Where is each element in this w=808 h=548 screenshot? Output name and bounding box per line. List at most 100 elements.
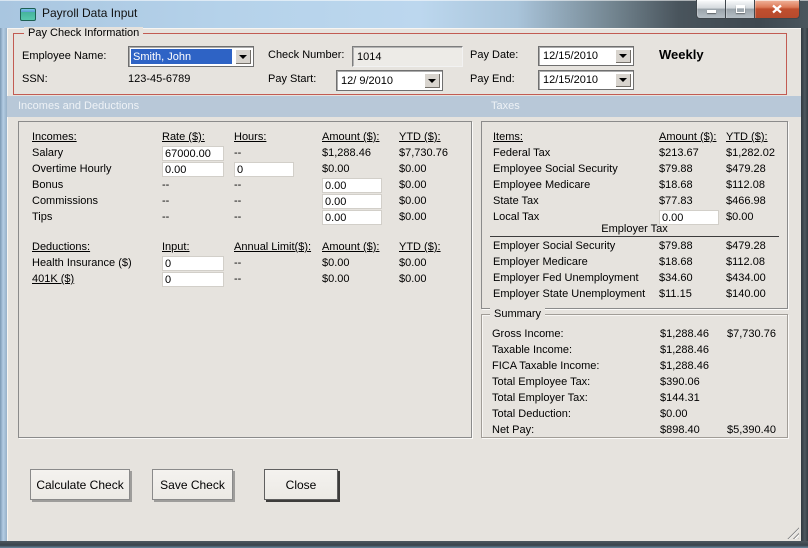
summary-row-label: FICA Taxable Income:	[492, 360, 600, 372]
tax-cell: $18.68	[659, 179, 693, 191]
summary-cell	[727, 407, 776, 423]
pay-date-picker[interactable]: 12/15/2010	[538, 46, 634, 66]
pay-start-dropdown-button[interactable]	[424, 73, 440, 88]
maximize-button[interactable]	[726, 0, 754, 19]
employee-name-dropdown-button[interactable]	[235, 49, 251, 64]
health-insurance-input[interactable]	[162, 256, 224, 271]
income-cell	[322, 194, 399, 210]
window-frame-left	[0, 28, 7, 541]
tax-cell: $112.08	[726, 179, 765, 191]
window-title: Payroll Data Input	[42, 6, 138, 20]
incomes-header-hours: Hours:	[234, 131, 267, 143]
income-row-label: Overtime Hourly	[32, 163, 112, 175]
pay-start-picker[interactable]: 12/ 9/2010	[336, 70, 443, 91]
bonus-amount-input[interactable]	[322, 178, 382, 193]
taxes-header-item: Items:	[493, 131, 523, 143]
deduction-cell	[162, 272, 234, 288]
employer-tax-table: Employer Social Security $79.88 $479.28 …	[493, 239, 766, 303]
summary-cell	[727, 375, 776, 391]
income-cell	[234, 162, 322, 178]
check-number-input[interactable]	[352, 46, 463, 67]
commissions-amount-input[interactable]	[322, 194, 382, 209]
tax-cell: $79.88	[659, 163, 693, 175]
employee-name-label: Employee Name:	[22, 50, 107, 62]
minimize-button[interactable]	[696, 0, 726, 19]
summary-cell: $7,730.76	[727, 328, 776, 340]
summary-row-label: Total Employee Tax:	[492, 376, 591, 388]
app-icon[interactable]	[20, 8, 36, 21]
employer-tax-cell: $34.60	[659, 272, 693, 284]
income-cell: $7,730.76	[399, 147, 448, 159]
summary-row-label: Gross Income:	[492, 328, 564, 340]
deductions-header-item: Deductions:	[32, 241, 91, 253]
summary-cell: $1,288.46	[660, 328, 709, 340]
summary-cell: $144.31	[660, 392, 700, 404]
incomes-header-rate: Rate ($):	[162, 131, 205, 143]
401k-input[interactable]	[162, 272, 224, 287]
resize-grip[interactable]	[786, 526, 799, 539]
pay-start-label: Pay Start:	[268, 73, 317, 85]
window-frame-bottom	[0, 541, 808, 548]
taxes-header-ytd: YTD ($):	[726, 131, 768, 143]
paycheck-info-group-label: Pay Check Information	[24, 27, 144, 39]
tax-row-label: Employee Medicare	[493, 179, 591, 191]
summary-cell: $898.40	[660, 424, 700, 436]
tax-row-label: Federal Tax	[493, 147, 551, 159]
tips-amount-input[interactable]	[322, 210, 382, 225]
employer-tax-header: Employer Tax	[490, 222, 779, 237]
income-cell: --	[234, 195, 242, 207]
summary-group: Summary Gross Income: $1,288.46 $7,730.7…	[481, 308, 788, 439]
tax-cell: $213.67	[659, 147, 699, 159]
tax-cell: $77.83	[659, 195, 693, 207]
tax-row-label: State Tax	[493, 195, 539, 207]
income-row-label: Salary	[32, 147, 64, 159]
deductions-header-amount: Amount ($):	[322, 241, 380, 253]
taxes-panel: Items: Amount ($): YTD ($): Federal Tax …	[481, 121, 788, 309]
payroll-window: Payroll Data Input Pay Check Information…	[0, 0, 808, 548]
pay-date-value: 12/15/2010	[543, 50, 599, 62]
deduction-cell: --	[234, 273, 242, 285]
pay-end-dropdown-button[interactable]	[615, 73, 631, 87]
pay-start-value: 12/ 9/2010	[341, 74, 393, 87]
employer-tax-cell: $479.28	[726, 240, 766, 252]
summary-cell	[727, 391, 776, 407]
pay-date-dropdown-button[interactable]	[615, 49, 631, 63]
minimize-icon	[706, 10, 716, 13]
pay-end-picker[interactable]: 12/15/2010	[538, 70, 634, 90]
summary-cell: $5,390.40	[727, 424, 776, 436]
salary-rate-input[interactable]	[162, 146, 224, 161]
summary-cell: $1,288.46	[660, 344, 709, 356]
income-cell: --	[162, 211, 170, 223]
summary-table: Gross Income: $1,288.46 $7,730.76 Taxabl…	[492, 327, 776, 439]
income-row-label: Tips	[32, 211, 53, 223]
close-button[interactable]: Close	[264, 469, 338, 500]
income-cell	[322, 178, 399, 194]
ssn-value: 123-45-6789	[128, 73, 191, 85]
deduction-cell: $0.00	[399, 257, 427, 269]
pay-end-value: 12/15/2010	[543, 74, 599, 86]
chevron-down-icon	[428, 78, 436, 83]
employer-tax-row-label: Employer State Unemployment	[493, 288, 646, 300]
chevron-down-icon	[619, 54, 627, 58]
tax-row-label: Employee Social Security	[493, 163, 618, 175]
employer-tax-cell: $434.00	[726, 272, 766, 284]
taxes-table: Items: Amount ($): YTD ($): Federal Tax …	[493, 130, 775, 226]
summary-row-label: Net Pay:	[492, 424, 535, 436]
employee-name-combobox[interactable]: Smith, John	[128, 46, 254, 67]
title-bar[interactable]: Payroll Data Input	[0, 0, 808, 28]
client-area: Pay Check Information Employee Name: Smi…	[7, 27, 801, 541]
pay-frequency-label: Weekly	[659, 47, 704, 62]
save-check-button[interactable]: Save Check	[152, 469, 233, 500]
deductions-table: Deductions: Input: Annual Limit($): Amou…	[32, 240, 441, 288]
tax-cell: $466.98	[726, 195, 766, 207]
incomes-deductions-section-header: Incomes and Deductions	[18, 100, 140, 112]
employer-tax-row-label: Employer Fed Unemployment	[493, 272, 639, 284]
401k-link[interactable]: 401K ($)	[32, 272, 162, 288]
employee-name-value: Smith, John	[131, 49, 232, 64]
income-cell: --	[162, 179, 170, 191]
overtime-rate-input[interactable]	[162, 162, 224, 177]
calculate-check-button[interactable]: Calculate Check	[30, 469, 130, 500]
close-window-button[interactable]	[754, 0, 800, 19]
overtime-hours-input[interactable]	[234, 162, 294, 177]
income-cell: --	[234, 211, 242, 223]
